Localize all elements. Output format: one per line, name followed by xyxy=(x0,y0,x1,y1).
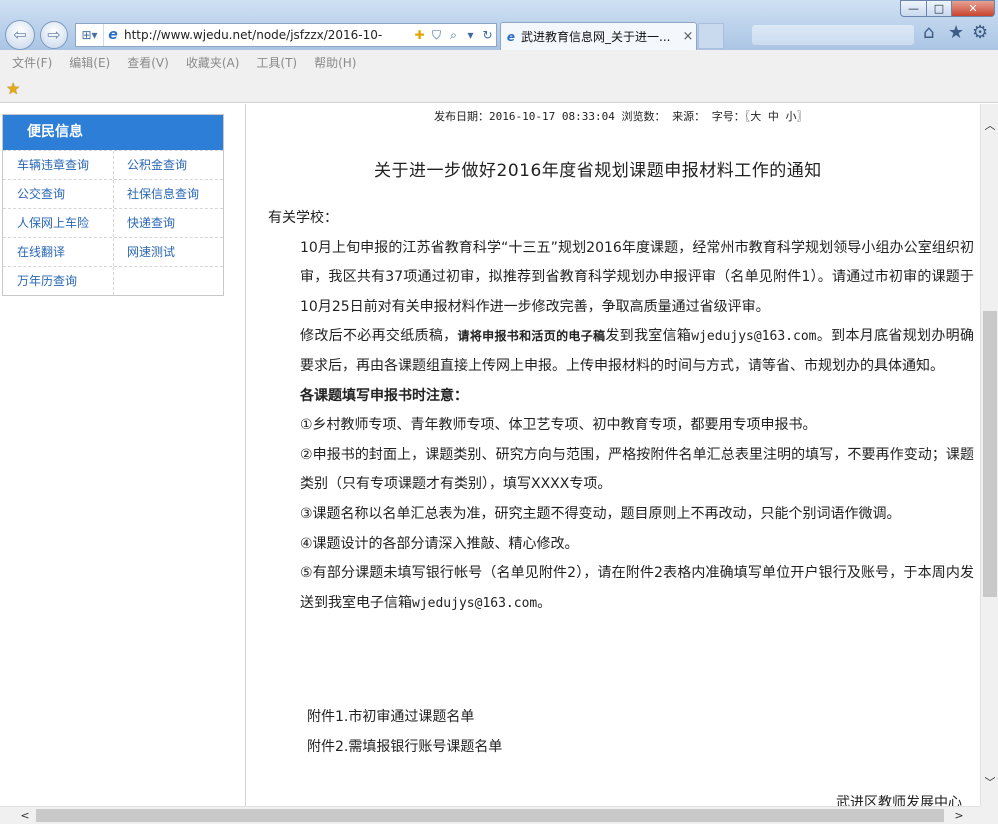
arrow-right-icon: ⇨ xyxy=(47,25,61,44)
link-car-insurance[interactable]: 人保网上车险 xyxy=(3,209,113,237)
email-address: wjedujys@163.com xyxy=(691,329,817,345)
column-divider xyxy=(245,104,246,806)
link-calendar[interactable]: 万年历查询 xyxy=(3,267,113,295)
minimize-button[interactable]: — xyxy=(900,0,927,17)
browser-window: — □ ✕ ⇦ ⇨ ⊞▾ e http://www.wjedu.net/node… xyxy=(0,0,998,824)
sidebar-row: 车辆违章查询 公积金查询 xyxy=(3,150,223,179)
gear-icon[interactable]: ⚙ xyxy=(972,22,988,43)
text-span: 。 xyxy=(537,594,552,611)
menu-bar: 文件(F) 编辑(E) 查看(V) 收藏夹(A) 工具(T) 帮助(H) xyxy=(0,50,998,75)
text-span: ⑤有部分课题未填写银行帐号（名单见附件2），请在附件2表格内准确填写单位开户银行… xyxy=(300,565,974,611)
sidebar-row: 人保网上车险 快递查询 xyxy=(3,208,223,237)
tab-close-button[interactable]: × xyxy=(680,29,696,44)
link-speed-test[interactable]: 网速测试 xyxy=(113,238,223,266)
email-address: wjedujys@163.com xyxy=(412,595,538,611)
attachment-1: 附件1.市初审通过课题名单 xyxy=(307,709,475,725)
maximize-button[interactable]: □ xyxy=(926,0,952,17)
new-tab-button[interactable] xyxy=(698,23,724,49)
tab-title: 武进教育信息网_关于进一... xyxy=(521,30,671,44)
menu-file[interactable]: 文件(F) xyxy=(12,54,52,71)
sidebar-row: 在线翻译 网速测试 xyxy=(3,237,223,266)
notice-item-4: ④课题设计的各部分请深入推敲、精心修改。 xyxy=(300,535,579,552)
menu-favorites[interactable]: 收藏夹(A) xyxy=(186,54,240,71)
favorites-star-icon[interactable]: ★ xyxy=(948,22,964,43)
link-translate[interactable]: 在线翻译 xyxy=(3,238,113,266)
notice-heading: 各课题填写申报书时注意： xyxy=(300,387,468,404)
attachments: 附件1.市初审通过课题名单 附件2.需填报银行账号课题名单 xyxy=(307,703,502,762)
sidebar-row: 万年历查询 xyxy=(3,266,223,295)
favorites-bar: ★ xyxy=(0,75,998,103)
link-housing-fund[interactable]: 公积金查询 xyxy=(113,151,223,179)
convenience-sidebar: 便民信息 车辆违章查询 公积金查询 公交查询 社保信息查询 人保网上车险 快递查… xyxy=(2,114,224,296)
page-content: 便民信息 车辆违章查询 公积金查询 公交查询 社保信息查询 人保网上车险 快递查… xyxy=(0,104,980,806)
empty-cell xyxy=(113,267,223,295)
notice-item-1: ①乡村教师专项、青年教师专项、体卫艺专项、初中教育专项，都要用专项申报书。 xyxy=(300,417,817,434)
blurred-region xyxy=(752,25,914,45)
shield-icon[interactable]: ⛉ xyxy=(428,28,445,43)
ie-logo-icon: e xyxy=(506,29,516,44)
menu-view[interactable]: 查看(V) xyxy=(127,54,169,71)
url-text[interactable]: http://www.wjedu.net/node/jsfzzx/2016-10… xyxy=(122,28,411,42)
browser-toolbar: — □ ✕ ⇦ ⇨ ⊞▾ e http://www.wjedu.net/node… xyxy=(0,0,998,50)
search-icon[interactable]: ⌕ xyxy=(445,28,462,43)
tab-active[interactable]: e 武进教育信息网_关于进一... × xyxy=(500,22,697,50)
back-button[interactable]: ⇦ xyxy=(5,20,35,50)
close-window-button[interactable]: ✕ xyxy=(951,0,995,17)
paragraph-2: 修改后不必再交纸质稿，请将申报书和活页的电子稿发到我室信箱wjedujys@16… xyxy=(268,322,974,381)
salutation: 有关学校： xyxy=(268,210,338,226)
notice-item-2: ②申报书的封面上，课题类别、研究方向与范围，严格按附件名单汇总表里注明的填写，不… xyxy=(300,446,974,493)
horizontal-scrollbar[interactable]: < > xyxy=(0,806,980,824)
arrow-left-icon: ⇦ xyxy=(13,25,27,44)
text-span: 修改后不必再交纸质稿， xyxy=(300,328,458,345)
link-traffic-violation[interactable]: 车辆违章查询 xyxy=(3,151,113,179)
chevron-right-icon[interactable]: > xyxy=(950,807,968,824)
scroll-thumb[interactable] xyxy=(983,311,997,597)
paragraph-1: 10月上旬申报的江苏省教育科学“十三五”规划2016年度课题，经常州市教育科学规… xyxy=(300,239,974,315)
menu-tools[interactable]: 工具(T) xyxy=(256,54,297,71)
sidebar-header: 便民信息 xyxy=(3,115,223,150)
link-express[interactable]: 快递查询 xyxy=(113,209,223,237)
attachment-2: 附件2.需填报银行账号课题名单 xyxy=(307,738,503,755)
article-body: 有关学校： 10月上旬申报的江苏省教育科学“十三五”规划2016年度课题，经常州… xyxy=(268,204,974,618)
chevron-up-icon[interactable]: ︿ xyxy=(981,117,998,135)
link-social-security[interactable]: 社保信息查询 xyxy=(113,180,223,208)
address-bar[interactable]: ⊞▾ e http://www.wjedu.net/node/jsfzzx/20… xyxy=(75,23,497,47)
menu-edit[interactable]: 编辑(E) xyxy=(69,54,110,71)
text-span: 发到我室信箱 xyxy=(605,328,692,345)
forward-button[interactable]: ⇨ xyxy=(40,21,68,49)
link-bus[interactable]: 公交查询 xyxy=(3,180,113,208)
article-meta: 发布日期：2016-10-17 08:33:04 浏览数： 来源： 字号：〖大 … xyxy=(434,110,808,123)
text-bold: 请将申报书和活页的电子稿 xyxy=(457,329,606,344)
plugin-icon[interactable]: ✚ xyxy=(411,28,428,42)
chevron-left-icon[interactable]: < xyxy=(16,807,34,824)
ie-logo-icon: e xyxy=(108,27,118,43)
sidebar-row: 公交查询 社保信息查询 xyxy=(3,179,223,208)
article-title: 关于进一步做好2016年度省规划课题申报材料工作的通知 xyxy=(374,161,822,181)
scroll-thumb[interactable] xyxy=(36,809,944,822)
vertical-scrollbar[interactable]: ︿ ﹀ xyxy=(980,104,998,806)
add-favorite-icon[interactable]: ★ xyxy=(6,79,20,98)
compat-view-icon[interactable]: ⊞▾ xyxy=(76,24,104,46)
scrollbar-corner xyxy=(980,806,998,824)
chevron-down-icon[interactable]: ﹀ xyxy=(981,774,998,792)
dropdown-icon[interactable]: ▾ xyxy=(462,28,479,42)
notice-item-5: ⑤有部分课题未填写银行帐号（名单见附件2），请在附件2表格内准确填写单位开户银行… xyxy=(268,559,974,618)
home-icon[interactable]: ⌂ xyxy=(923,22,934,43)
signature: 武进区教师发展中心 xyxy=(836,795,962,806)
refresh-icon[interactable]: ↻ xyxy=(479,28,496,42)
notice-item-3: ③课题名称以名单汇总表为准，研究主题不得变动，题目原则上不再改动，只能个别词语作… xyxy=(300,505,901,522)
menu-help[interactable]: 帮助(H) xyxy=(314,54,356,71)
